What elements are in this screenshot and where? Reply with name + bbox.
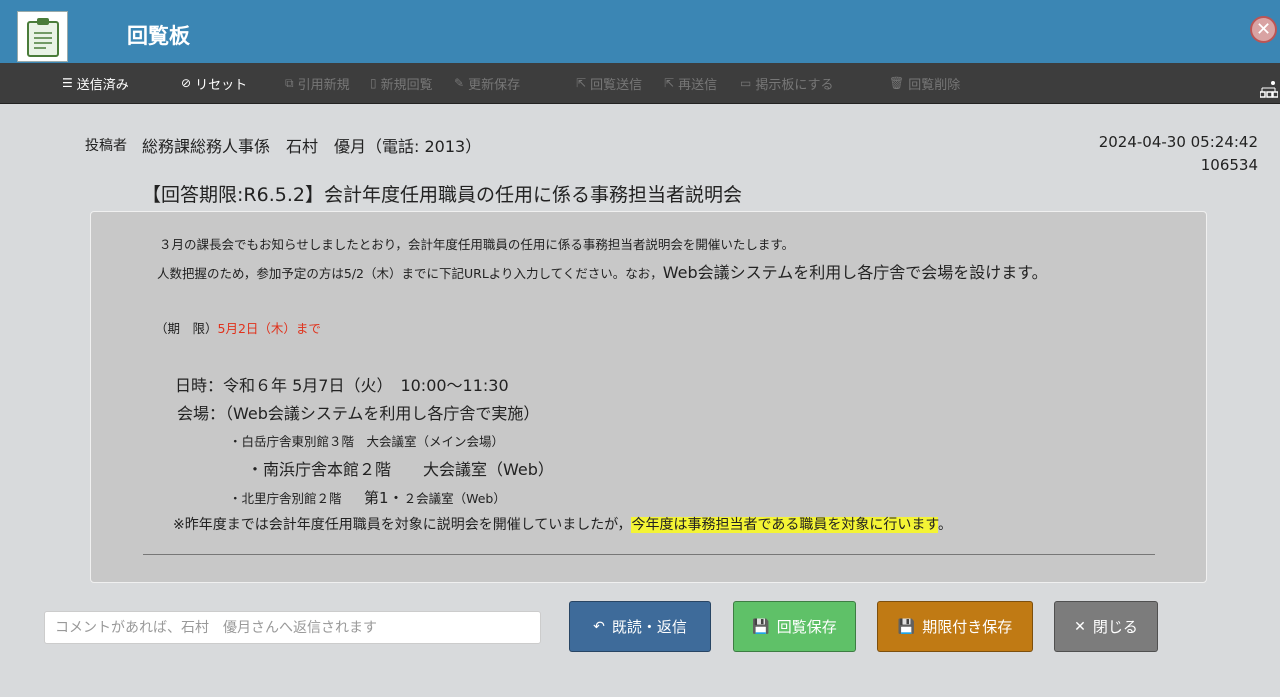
toolbar-delete-button[interactable]: 🗑 回覧削除 [889,63,960,103]
trash-icon: 🗑 [889,76,905,90]
venue-item-2: ・南浜庁舎本館２階 大会議室（Web） [247,460,554,479]
read-reply-button[interactable]: ↶ 既読・返信 [569,601,711,652]
toolbar-resend-button[interactable]: ⇱ 再送信 [664,63,717,103]
no-entry-icon: ⊘ [181,76,192,90]
app-header: 回覧板 ✕ [0,0,1280,63]
save-circular-button[interactable]: 💾 回覧保存 [733,601,856,652]
venue-item-3: ・北里庁舎別館２階 第1・２会議室（Web） [229,489,506,507]
timestamp: 2024-04-30 05:24:42 [1098,133,1258,151]
body-line-2: 人数把握のため，参加予定の方は5/2（木）までに下記URLより入力してください。… [157,263,1048,282]
toolbar-reset-button[interactable]: ⊘ リセット [181,63,247,103]
clipboard-icon [17,11,68,62]
toolbar: ☰ 送信済み ⊘ リセット ⧉ 引用新規 ▯ 新規回覧 ✎ 更新保存 ⇱ 回覧送… [0,63,1280,104]
new-doc-icon: ▯ [370,76,377,90]
venue-line: 会場：（Web会議システムを利用し各庁舎で実施） [177,404,540,423]
toolbar-sent-button[interactable]: ☰ 送信済み [62,63,129,103]
deadline-line: （期 限）5月2日（木）まで [155,321,321,336]
circular-body: ３月の課長会でもお知らせしましたとおり，会計年度任用職員の任用に係る事務担当者説… [90,211,1207,583]
highlighted-note: 今年度は事務担当者である職員を対象に行います [631,517,938,533]
close-icon[interactable]: ✕ [1250,16,1277,43]
divider [143,554,1155,555]
body-line-1: ３月の課長会でもお知らせしましたとおり，会計年度任用職員の任用に係る事務担当者説… [159,237,795,252]
edit-icon: ✎ [454,76,465,90]
x-icon: ✕ [1074,618,1086,635]
note-line: ※昨年度までは会計年度任用職員を対象に説明会を開催していましたが，今年度は事務担… [173,517,952,533]
floppy-icon: 💾 [752,618,770,635]
floppy-icon: 💾 [897,618,916,635]
list-icon: ☰ [62,76,73,90]
venue-item-1: ・白岳庁舎東別館３階 大会議室（メイン会場） [229,434,505,449]
poster-name: 総務課総務人事係 石村 優月（電話: 2013） [142,137,482,156]
close-button[interactable]: ✕ 閉じる [1054,601,1158,652]
share-icon: ⇱ [576,76,587,90]
tree-icon[interactable] [1259,80,1279,103]
copy-icon: ⧉ [285,75,294,90]
deadline-value: 5月2日（木）まで [217,321,321,336]
toolbar-quote-new-button[interactable]: ⧉ 引用新規 [285,63,350,103]
toolbar-update-save-button[interactable]: ✎ 更新保存 [454,63,520,103]
save-with-deadline-button[interactable]: 💾 期限付き保存 [877,601,1033,652]
reply-icon: ↶ [593,618,605,635]
comment-input[interactable] [44,611,541,644]
circular-subject: 【回答期限:R6.5.2】会計年度任用職員の任用に係る事務担当者説明会 [142,184,742,206]
toolbar-bulletin-button[interactable]: ▭ 掲示板にする [740,63,833,103]
datetime-line: 日時：令和６年 5月7日（火） 10:00〜11:30 [175,376,509,395]
board-icon: ▭ [740,76,752,90]
app-title: 回覧板 [127,24,190,48]
post-id: 106534 [1200,156,1258,174]
poster-label: 投稿者 [85,138,127,154]
toolbar-new-circular-button[interactable]: ▯ 新規回覧 [370,63,433,103]
share-icon: ⇱ [664,76,675,90]
toolbar-send-button[interactable]: ⇱ 回覧送信 [576,63,642,103]
